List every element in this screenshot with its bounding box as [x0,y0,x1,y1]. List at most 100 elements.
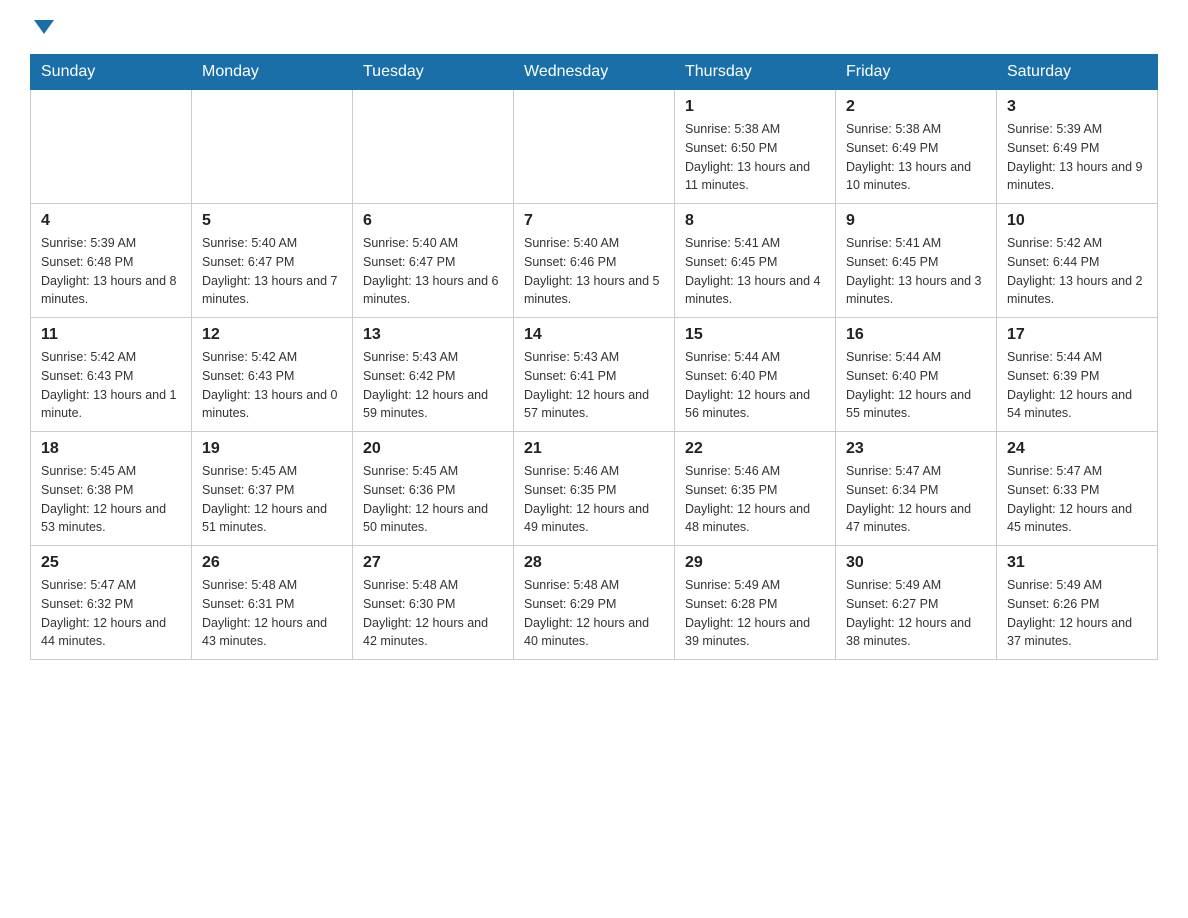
weekday-header-thursday: Thursday [675,55,836,90]
calendar-cell: 3 Sunrise: 5:39 AM Sunset: 6:49 PM Daylig… [997,90,1158,204]
day-info: Sunrise: 5:40 AM Sunset: 6:47 PM Dayligh… [363,234,503,309]
weekday-header-wednesday: Wednesday [514,55,675,90]
calendar-cell: 16 Sunrise: 5:44 AM Sunset: 6:40 PM Dayli… [836,318,997,432]
day-info: Sunrise: 5:42 AM Sunset: 6:44 PM Dayligh… [1007,234,1147,309]
day-number: 18 [41,440,181,458]
day-info: Sunrise: 5:45 AM Sunset: 6:37 PM Dayligh… [202,462,342,537]
day-number: 15 [685,326,825,344]
day-number: 24 [1007,440,1147,458]
day-info: Sunrise: 5:48 AM Sunset: 6:31 PM Dayligh… [202,576,342,651]
day-number: 3 [1007,98,1147,116]
day-number: 4 [41,212,181,230]
day-info: Sunrise: 5:48 AM Sunset: 6:30 PM Dayligh… [363,576,503,651]
day-number: 16 [846,326,986,344]
day-info: Sunrise: 5:48 AM Sunset: 6:29 PM Dayligh… [524,576,664,651]
calendar-cell: 11Sunrise: 5:42 AM Sunset: 6:43 PM Dayli… [31,318,192,432]
weekday-header-sunday: Sunday [31,55,192,90]
calendar-cell: 20 Sunrise: 5:45 AM Sunset: 6:36 PM Dayli… [353,432,514,546]
day-info: Sunrise: 5:42 AM Sunset: 6:43 PM Dayligh… [202,348,342,423]
day-number: 25 [41,554,181,572]
day-number: 9 [846,212,986,230]
day-info: Sunrise: 5:41 AM Sunset: 6:45 PM Dayligh… [846,234,986,309]
day-info: Sunrise: 5:43 AM Sunset: 6:41 PM Dayligh… [524,348,664,423]
calendar-week-row-2: 11 Sunrise: 5:42 AM Sunset: 6:43 PM Dayli… [31,318,1158,432]
day-info: Sunrise: 5:38 AM Sunset: 6:50 PM Dayligh… [685,120,825,195]
calendar-cell: 25Sunrise: 5:47 AM Sunset: 6:32 PM Dayli… [31,546,192,660]
day-info: Sunrise: 5:44 AM Sunset: 6:40 PM Dayligh… [685,348,825,423]
day-info: Sunrise: 5:47 AM Sunset: 6:33 PM Dayligh… [1007,462,1147,537]
day-number: 7 [524,212,664,230]
calendar-cell: 29Sunrise: 5:49 AM Sunset: 6:28 PM Dayli… [675,546,836,660]
day-number: 11 [41,326,181,344]
header [30,20,1158,34]
calendar-cell: 13 Sunrise: 5:43 AM Sunset: 6:42 PM Dayli… [353,318,514,432]
calendar-cell [192,90,353,204]
day-number: 1 [685,98,825,116]
day-number: 26 [202,554,342,572]
calendar-cell: 10Sunrise: 5:42 AM Sunset: 6:44 PM Dayli… [997,204,1158,318]
calendar-week-row-4: 25Sunrise: 5:47 AM Sunset: 6:32 PM Dayli… [31,546,1158,660]
calendar-cell: 30 Sunrise: 5:49 AM Sunset: 6:27 PM Dayli… [836,546,997,660]
calendar-cell: 12 Sunrise: 5:42 AM Sunset: 6:43 PM Dayli… [192,318,353,432]
day-info: Sunrise: 5:39 AM Sunset: 6:48 PM Dayligh… [41,234,181,309]
day-info: Sunrise: 5:40 AM Sunset: 6:46 PM Dayligh… [524,234,664,309]
calendar-cell: 4 Sunrise: 5:39 AM Sunset: 6:48 PM Daylig… [31,204,192,318]
day-info: Sunrise: 5:46 AM Sunset: 6:35 PM Dayligh… [685,462,825,537]
day-number: 29 [685,554,825,572]
calendar-cell: 21Sunrise: 5:46 AM Sunset: 6:35 PM Dayli… [514,432,675,546]
day-info: Sunrise: 5:49 AM Sunset: 6:27 PM Dayligh… [846,576,986,651]
calendar-week-row-0: 1 Sunrise: 5:38 AM Sunset: 6:50 PM Daylig… [31,90,1158,204]
day-number: 21 [524,440,664,458]
day-number: 14 [524,326,664,344]
calendar-cell: 26 Sunrise: 5:48 AM Sunset: 6:31 PM Dayli… [192,546,353,660]
day-number: 8 [685,212,825,230]
calendar-cell: 22 Sunrise: 5:46 AM Sunset: 6:35 PM Dayli… [675,432,836,546]
day-info: Sunrise: 5:47 AM Sunset: 6:34 PM Dayligh… [846,462,986,537]
weekday-header-friday: Friday [836,55,997,90]
calendar-cell [353,90,514,204]
day-info: Sunrise: 5:45 AM Sunset: 6:38 PM Dayligh… [41,462,181,537]
calendar-cell: 2Sunrise: 5:38 AM Sunset: 6:49 PM Daylig… [836,90,997,204]
day-number: 28 [524,554,664,572]
day-number: 12 [202,326,342,344]
weekday-header-tuesday: Tuesday [353,55,514,90]
calendar-cell: 17Sunrise: 5:44 AM Sunset: 6:39 PM Dayli… [997,318,1158,432]
day-info: Sunrise: 5:45 AM Sunset: 6:36 PM Dayligh… [363,462,503,537]
day-info: Sunrise: 5:43 AM Sunset: 6:42 PM Dayligh… [363,348,503,423]
day-info: Sunrise: 5:40 AM Sunset: 6:47 PM Dayligh… [202,234,342,309]
day-info: Sunrise: 5:44 AM Sunset: 6:40 PM Dayligh… [846,348,986,423]
day-info: Sunrise: 5:39 AM Sunset: 6:49 PM Dayligh… [1007,120,1147,195]
calendar-cell: 24 Sunrise: 5:47 AM Sunset: 6:33 PM Dayli… [997,432,1158,546]
day-number: 23 [846,440,986,458]
calendar-week-row-3: 18 Sunrise: 5:45 AM Sunset: 6:38 PM Dayli… [31,432,1158,546]
day-number: 19 [202,440,342,458]
day-info: Sunrise: 5:49 AM Sunset: 6:26 PM Dayligh… [1007,576,1147,651]
weekday-header-row: SundayMondayTuesdayWednesdayThursdayFrid… [31,55,1158,90]
weekday-header-saturday: Saturday [997,55,1158,90]
calendar-cell: 27 Sunrise: 5:48 AM Sunset: 6:30 PM Dayli… [353,546,514,660]
day-number: 27 [363,554,503,572]
calendar-cell: 15 Sunrise: 5:44 AM Sunset: 6:40 PM Dayli… [675,318,836,432]
calendar-cell: 8Sunrise: 5:41 AM Sunset: 6:45 PM Daylig… [675,204,836,318]
calendar-week-row-1: 4 Sunrise: 5:39 AM Sunset: 6:48 PM Daylig… [31,204,1158,318]
calendar-cell: 28 Sunrise: 5:48 AM Sunset: 6:29 PM Dayli… [514,546,675,660]
day-number: 30 [846,554,986,572]
calendar-cell: 6 Sunrise: 5:40 AM Sunset: 6:47 PM Daylig… [353,204,514,318]
calendar-cell: 19 Sunrise: 5:45 AM Sunset: 6:37 PM Dayli… [192,432,353,546]
calendar-cell [31,90,192,204]
calendar-cell: 14 Sunrise: 5:43 AM Sunset: 6:41 PM Dayli… [514,318,675,432]
day-number: 20 [363,440,503,458]
day-info: Sunrise: 5:44 AM Sunset: 6:39 PM Dayligh… [1007,348,1147,423]
calendar-cell: 5 Sunrise: 5:40 AM Sunset: 6:47 PM Daylig… [192,204,353,318]
calendar-cell: 1 Sunrise: 5:38 AM Sunset: 6:50 PM Daylig… [675,90,836,204]
day-number: 22 [685,440,825,458]
day-number: 6 [363,212,503,230]
day-number: 31 [1007,554,1147,572]
logo-triangle-icon [34,20,54,34]
calendar-cell: 9 Sunrise: 5:41 AM Sunset: 6:45 PM Daylig… [836,204,997,318]
day-number: 13 [363,326,503,344]
calendar-cell: 18 Sunrise: 5:45 AM Sunset: 6:38 PM Dayli… [31,432,192,546]
calendar-table: SundayMondayTuesdayWednesdayThursdayFrid… [30,54,1158,660]
calendar-cell: 23 Sunrise: 5:47 AM Sunset: 6:34 PM Dayli… [836,432,997,546]
day-number: 5 [202,212,342,230]
